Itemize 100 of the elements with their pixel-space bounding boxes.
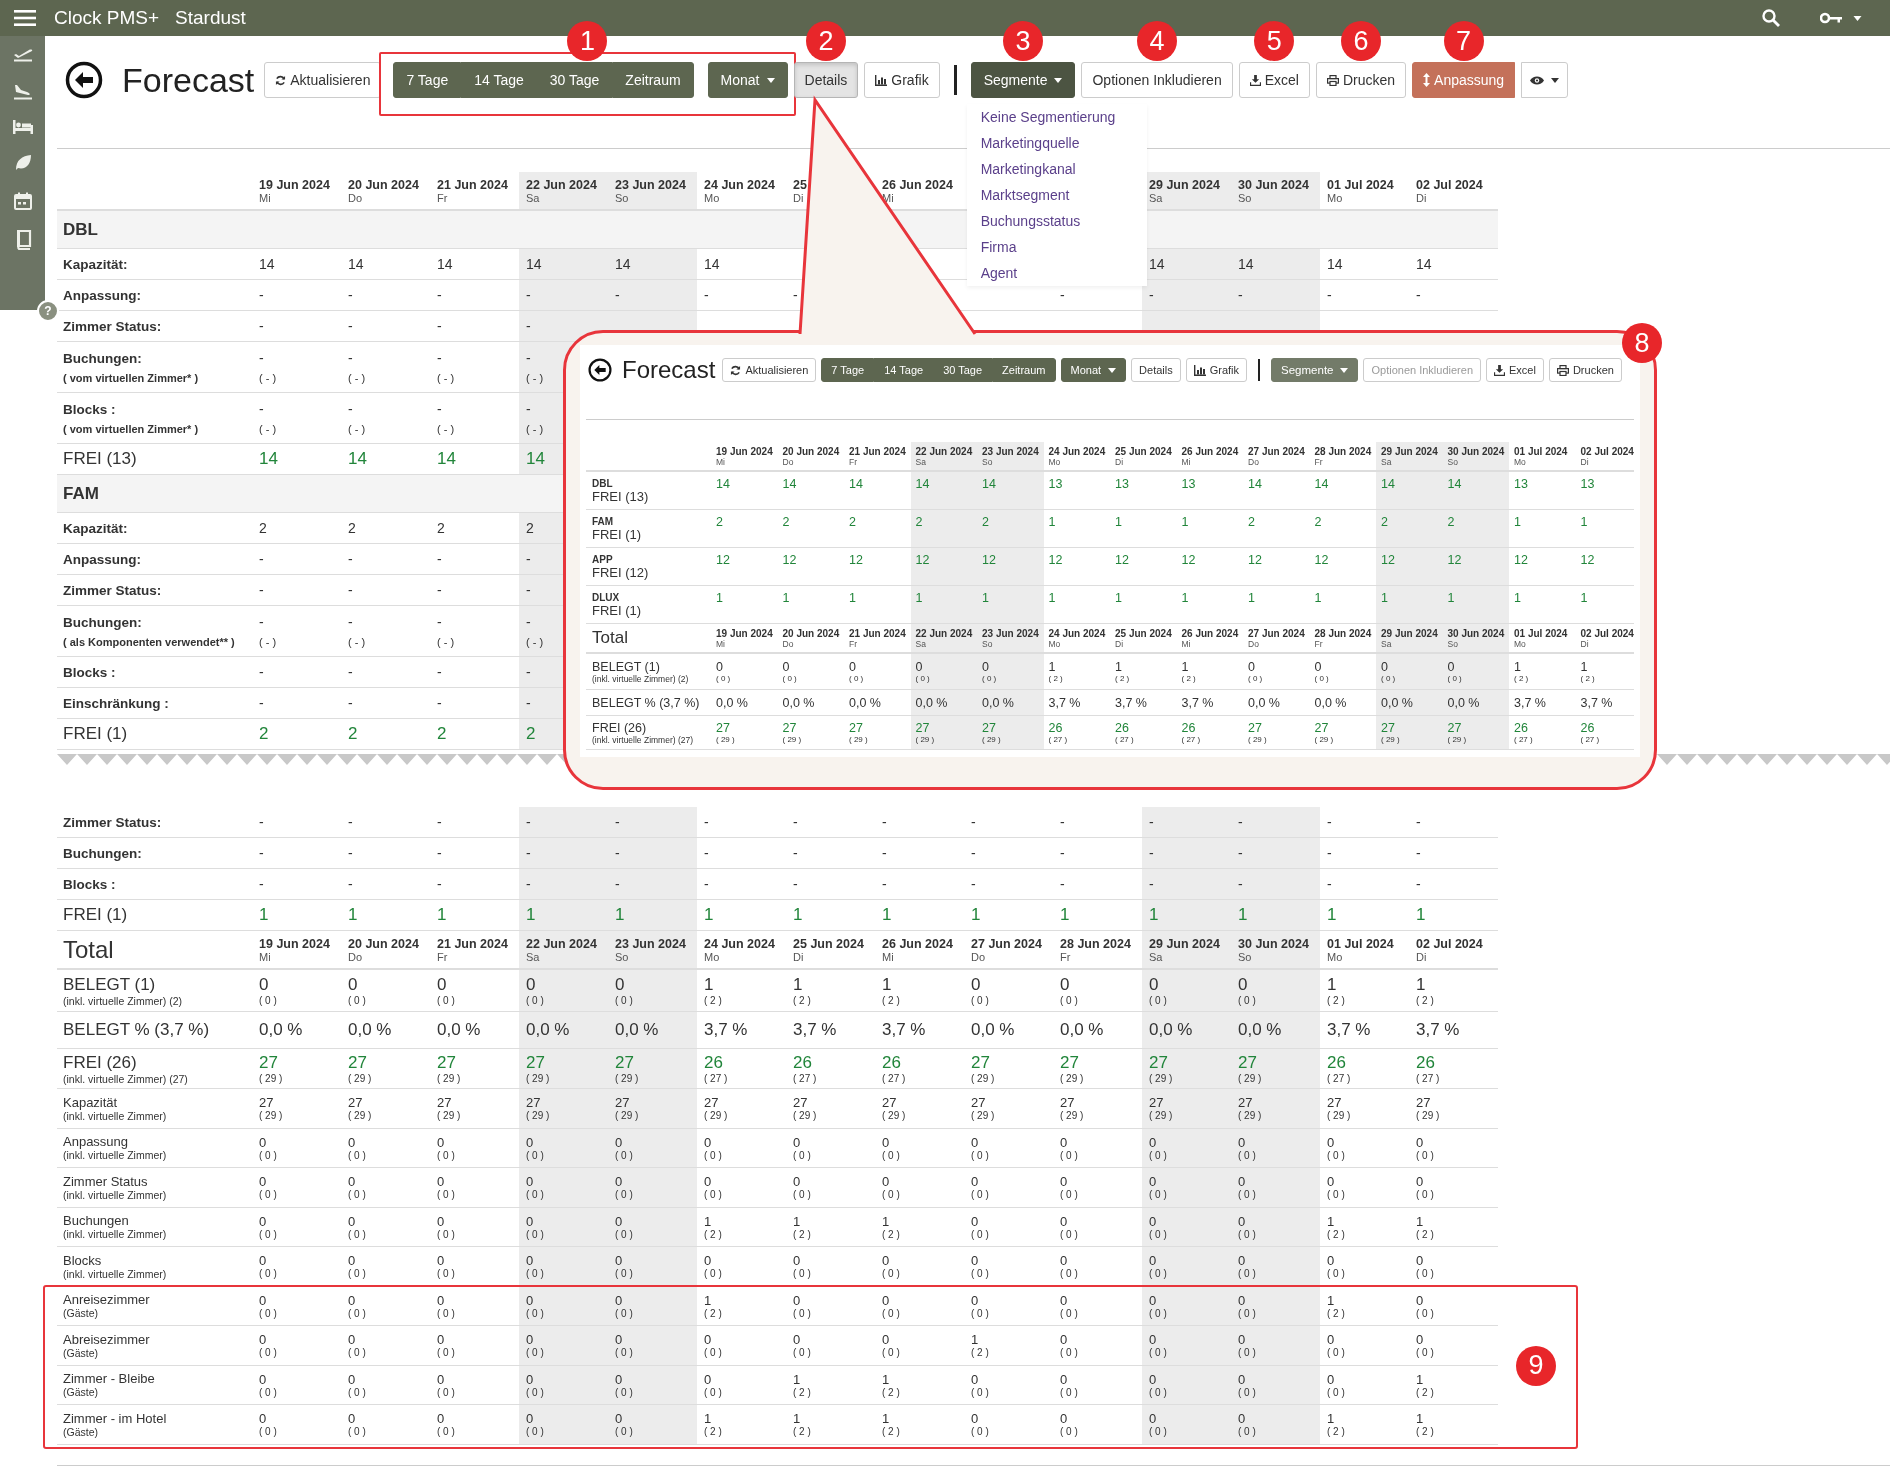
plane-icon[interactable] (12, 82, 33, 100)
cell-note: ( 29 ) (1238, 1110, 1263, 1122)
table-cell-text: 1 (1180, 514, 1190, 531)
cell-note: ( 29 ) (526, 1073, 551, 1084)
cell-note: ( 0 ) (1416, 1189, 1435, 1201)
cell-note: ( 0 ) (882, 1189, 901, 1201)
cell-value: 1 (882, 1371, 891, 1387)
table-cell-text: 3,7 % (1180, 694, 1215, 712)
column-header: 25 Jun 2024 Di (792, 935, 865, 965)
chart-button[interactable]: Grafik (864, 62, 940, 98)
back-icon[interactable] (65, 61, 103, 99)
range-button[interactable]: 7 Tage (821, 358, 875, 382)
cell-value: 0 (348, 975, 359, 995)
cell-note: ( 27 ) (1181, 735, 1202, 744)
column-header: 30 Jun 2024 So (1442, 442, 1509, 470)
cell-value: 0 (259, 1174, 268, 1190)
print-button[interactable]: Drucken (1315, 62, 1407, 98)
table-cell-text: - (1415, 813, 1422, 832)
menu-item[interactable]: Marketingquelle (966, 130, 1147, 156)
back-icon[interactable] (588, 358, 612, 382)
range-button[interactable]: Zeitraum (992, 358, 1056, 382)
cell-note: ( 0 ) (1416, 1149, 1435, 1161)
refresh-button[interactable]: Aktualisieren (264, 62, 382, 98)
table-cell-text: 1 (1114, 514, 1123, 531)
menu-item[interactable]: Keine Segmentierung (966, 104, 1147, 130)
table-cell-text: 12 (1114, 552, 1130, 569)
property-name: Stardust (175, 7, 246, 29)
cell-note: ( 0 ) (1149, 995, 1168, 1006)
cell-note: ( 0 ) (1060, 1149, 1079, 1161)
column-header: 21 Jun 2024 Fr (436, 935, 509, 965)
cell-note: ( 0 ) (1060, 1426, 1079, 1438)
table-cell-text: - (258, 694, 265, 713)
menu-icon[interactable] (14, 10, 36, 26)
range-button[interactable]: Zeitraum (612, 62, 694, 98)
cell-value: 0 (437, 1411, 446, 1427)
dropdown-button[interactable]: Segmente (970, 62, 1076, 98)
annotation-marker: 3 (1003, 21, 1044, 61)
key-icon[interactable] (1820, 12, 1842, 24)
cell-value: 0 (1238, 1213, 1247, 1229)
column-header: 02 Jul 2024 Di (1579, 626, 1635, 651)
cell-value: 0 (526, 1332, 535, 1348)
cell-value: 0 (615, 1292, 624, 1308)
cell-note: ( 2 ) (1416, 1426, 1435, 1438)
leaf-icon[interactable] (13, 154, 32, 172)
print-button[interactable]: Drucken (1548, 358, 1622, 382)
cell-value: 26 (1181, 721, 1197, 735)
toolbar-button[interactable]: Details (793, 62, 859, 98)
toolbar-button[interactable]: Optionen Inkludieren (1081, 62, 1233, 98)
cell-note: ( 0 ) (615, 995, 634, 1006)
cell-note: ( - ) (526, 423, 545, 435)
chart-button[interactable]: Grafik (1185, 358, 1248, 382)
view-button[interactable] (1521, 62, 1569, 98)
table-cell-text: 14 (1326, 255, 1344, 274)
table-cell: 0,0 % (977, 690, 1044, 715)
cell-value: 0 (437, 1332, 446, 1348)
adjust-button[interactable]: Anpassung (1412, 62, 1516, 98)
cell-value: 27 (615, 1095, 631, 1111)
calendar-icon[interactable] (13, 192, 32, 210)
cell-note: ( 0 ) (882, 1347, 901, 1359)
dropdown-button[interactable]: Monat (1060, 358, 1127, 382)
toolbar-button[interactable]: Details (1131, 358, 1181, 382)
cell-value: 0 (704, 1371, 713, 1387)
range-button[interactable]: 30 Tage (933, 358, 993, 382)
cell-value: 0 (348, 1213, 357, 1229)
table-cell: - (1142, 869, 1231, 899)
bed-icon[interactable] (12, 120, 33, 134)
cell-note: ( 0 ) (1314, 674, 1330, 683)
cell-note: ( 29 ) (982, 735, 1002, 744)
cell-value: 0 (615, 975, 626, 995)
range-button[interactable]: 30 Tage (536, 62, 613, 98)
column-header: 24 Jun 2024 Mo (1047, 444, 1107, 469)
cell-note: ( 0 ) (704, 1189, 723, 1201)
cell-note: ( 0 ) (259, 1426, 278, 1438)
menu-item[interactable]: Buchungsstatus (966, 208, 1147, 234)
export-button[interactable]: Excel (1486, 358, 1544, 382)
table-cell-text: 13 (1047, 476, 1064, 493)
chart-icon (1193, 364, 1206, 376)
cell-value: 27 (1416, 1095, 1432, 1111)
row-label: Zimmer - im Hotel (63, 1410, 168, 1426)
range-button[interactable]: 14 Tage (461, 62, 537, 98)
table-cell-text: 14 (848, 476, 864, 493)
column-header: 20 Jun 2024 Do (781, 626, 841, 651)
range-button[interactable]: 14 Tage (874, 358, 934, 382)
search-icon[interactable] (1762, 9, 1780, 27)
cell-value: 0 (615, 1134, 624, 1150)
cell-note: ( 0 ) (526, 1228, 545, 1240)
cell-value: 0 (615, 1332, 624, 1348)
table-cell-text: 14 (258, 448, 279, 470)
cell-note: ( 0 ) (437, 995, 456, 1006)
column-header: 28 Jun 2024 Fr (1059, 935, 1132, 965)
cell-value: 26 (1416, 1053, 1436, 1073)
cell-value: - (526, 350, 532, 366)
row-label: Zimmer Status: (63, 318, 163, 334)
export-button[interactable]: Excel (1238, 62, 1310, 98)
table-cell-text: 14 (703, 255, 721, 274)
range-button[interactable]: 7 Tage (393, 62, 462, 98)
annotation-marker: 9 (1516, 1345, 1556, 1386)
dropdown-button[interactable]: Monat (707, 62, 788, 98)
refresh-button[interactable]: Aktualisieren (722, 358, 817, 382)
table-cell-text: 2 (1247, 514, 1256, 531)
